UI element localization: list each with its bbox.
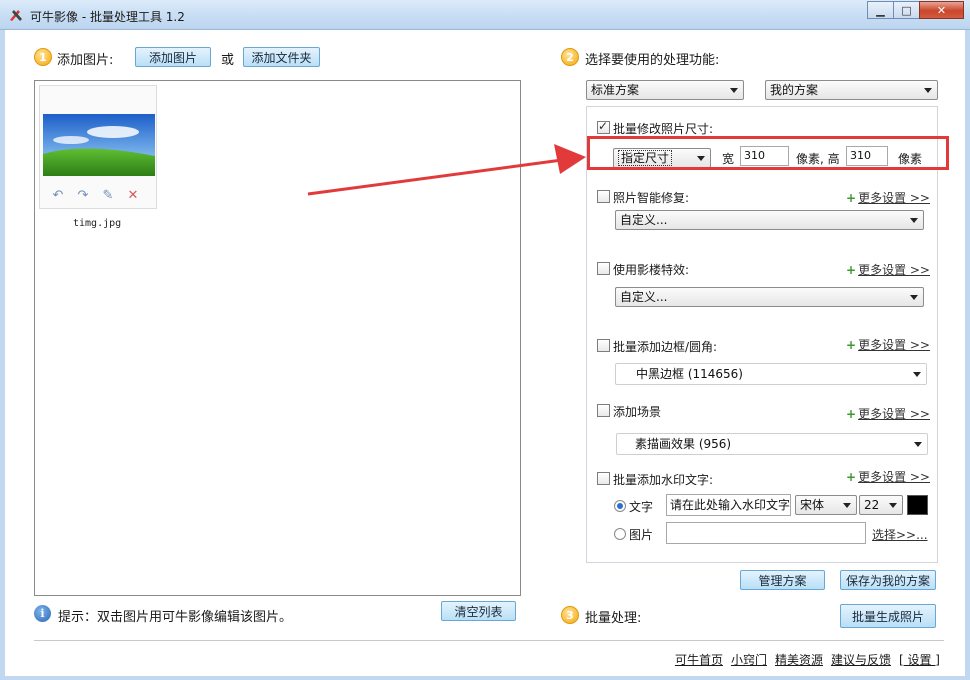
watermark-text-radio[interactable]: [614, 500, 626, 512]
effect-more-text: 更多设置 >>: [858, 263, 930, 277]
watermark-text-option-label: 文字: [629, 500, 654, 514]
watermark-text-input[interactable]: 请在此处输入水印文字: [666, 494, 791, 516]
effect-select[interactable]: 自定义...: [615, 287, 924, 307]
border-label: 批量添加边框/圆角:: [613, 340, 718, 354]
scene-more-settings-link[interactable]: + 更多设置 >>: [846, 405, 930, 422]
chevron-down-icon: [889, 503, 897, 508]
watermark-image-radio[interactable]: [614, 528, 626, 540]
chevron-down-icon: [913, 372, 921, 377]
highlight-box: [587, 136, 949, 170]
edit-icon[interactable]: ✎: [100, 187, 116, 203]
border-checkbox[interactable]: [597, 339, 610, 352]
batch-process-label: 批量处理:: [585, 611, 642, 626]
repair-more-settings-link[interactable]: + 更多设置 >>: [846, 189, 930, 206]
plus-icon: +: [846, 407, 857, 421]
border-more-settings-link[interactable]: + 更多设置 >>: [846, 336, 930, 353]
footer-link-feedback[interactable]: 建议与反馈: [831, 651, 891, 668]
repair-value: 自定义...: [620, 213, 668, 227]
border-value: 中黑边框 (114656): [636, 367, 743, 381]
footer-divider: [34, 640, 944, 641]
scene-select[interactable]: 素描画效果 (956): [616, 433, 928, 455]
resize-label: 批量修改照片尺寸:: [613, 122, 714, 136]
watermark-more-settings-link[interactable]: + 更多设置 >>: [846, 468, 930, 485]
add-images-label: 添加图片:: [57, 53, 114, 68]
border-more-text: 更多设置 >>: [858, 338, 930, 352]
watermark-image-path-input[interactable]: [666, 522, 866, 544]
scene-more-text: 更多设置 >>: [858, 407, 930, 421]
resize-checkbox[interactable]: [597, 119, 610, 134]
watermark-color-swatch[interactable]: [907, 495, 928, 515]
chevron-down-icon: [843, 503, 851, 508]
watermark-font-value: 宋体: [800, 498, 825, 512]
watermark-image-option-label: 图片: [629, 528, 654, 542]
effect-value: 自定义...: [620, 290, 668, 304]
or-label: 或: [221, 53, 235, 68]
step-1-badge: 1: [34, 48, 52, 66]
watermark-size-value: 22: [864, 498, 880, 512]
effect-checkbox[interactable]: [597, 262, 610, 275]
plus-icon: +: [846, 470, 857, 484]
chevron-down-icon: [730, 88, 738, 93]
clear-list-button[interactable]: 清空列表: [441, 601, 516, 621]
title-bar: 可牛影像 - 批量处理工具 1.2 ▁ □ ✕: [0, 0, 970, 30]
save-my-preset-button[interactable]: 保存为我的方案: [840, 570, 936, 590]
standard-preset-select[interactable]: 标准方案: [586, 80, 744, 100]
watermark-font-select[interactable]: 宋体: [795, 495, 857, 515]
watermark-size-select[interactable]: 22: [859, 495, 903, 515]
plus-icon: +: [846, 191, 857, 205]
close-button[interactable]: ✕: [919, 1, 964, 19]
repair-more-text: 更多设置 >>: [858, 191, 930, 205]
add-image-button[interactable]: 添加图片: [135, 47, 211, 67]
effect-more-settings-link[interactable]: + 更多设置 >>: [846, 261, 930, 278]
chevron-down-icon: [914, 442, 922, 447]
image-thumbnail-card[interactable]: ↶ ↷ ✎ ✕: [39, 85, 157, 209]
scene-value: 素描画效果 (956): [635, 437, 732, 451]
thumbnail-image[interactable]: [43, 114, 155, 176]
watermark-label: 批量添加水印文字:: [613, 473, 714, 487]
my-preset-value: 我的方案: [770, 83, 819, 97]
watermark-checkbox[interactable]: [597, 472, 610, 485]
repair-label: 照片智能修复:: [613, 191, 690, 205]
chevron-down-icon: [910, 295, 918, 300]
footer-link-resources[interactable]: 精美资源: [775, 651, 823, 668]
watermark-image-browse-link[interactable]: 选择>>...: [872, 526, 928, 543]
footer-link-tips[interactable]: 小窍门: [731, 651, 767, 668]
scene-checkbox[interactable]: [597, 404, 610, 417]
repair-select[interactable]: 自定义...: [615, 210, 924, 230]
footer-link-home[interactable]: 可牛首页: [675, 651, 723, 668]
plus-icon: +: [846, 338, 857, 352]
hint-text: 提示：双击图片用可牛影像编辑该图片。: [58, 610, 293, 625]
manage-presets-button[interactable]: 管理方案: [740, 570, 825, 590]
rotate-left-icon[interactable]: ↶: [50, 187, 66, 203]
footer-link-settings[interactable]: [ 设置 ]: [899, 651, 940, 668]
window-title: 可牛影像 - 批量处理工具 1.2: [30, 10, 185, 24]
thumbnail-filename: timg.jpg: [73, 218, 122, 229]
scene-label: 添加场景: [613, 405, 662, 419]
border-select[interactable]: 中黑边框 (114656): [615, 363, 927, 385]
rotate-right-icon[interactable]: ↷: [75, 187, 91, 203]
step-2-badge: 2: [561, 48, 579, 66]
delete-icon[interactable]: ✕: [125, 187, 141, 203]
step-3-badge: 3: [561, 606, 579, 624]
add-folder-button[interactable]: 添加文件夹: [243, 47, 320, 67]
chevron-down-icon: [910, 218, 918, 223]
standard-preset-value: 标准方案: [591, 83, 640, 97]
plus-icon: +: [846, 263, 857, 277]
annotation-arrow-icon: [307, 144, 586, 196]
app-logo-icon: [10, 10, 22, 21]
batch-generate-button[interactable]: 批量生成照片: [840, 604, 936, 628]
effect-label: 使用影楼特效:: [613, 263, 690, 277]
select-functions-label: 选择要使用的处理功能:: [585, 53, 720, 68]
maximize-button[interactable]: □: [893, 1, 920, 19]
chevron-down-icon: [924, 88, 932, 93]
my-preset-select[interactable]: 我的方案: [765, 80, 938, 100]
info-icon: i: [34, 605, 51, 622]
footer-links: 可牛首页 小窍门 精美资源 建议与反馈 [ 设置 ]: [675, 651, 940, 668]
minimize-button[interactable]: ▁: [867, 1, 894, 19]
watermark-more-text: 更多设置 >>: [858, 470, 930, 484]
